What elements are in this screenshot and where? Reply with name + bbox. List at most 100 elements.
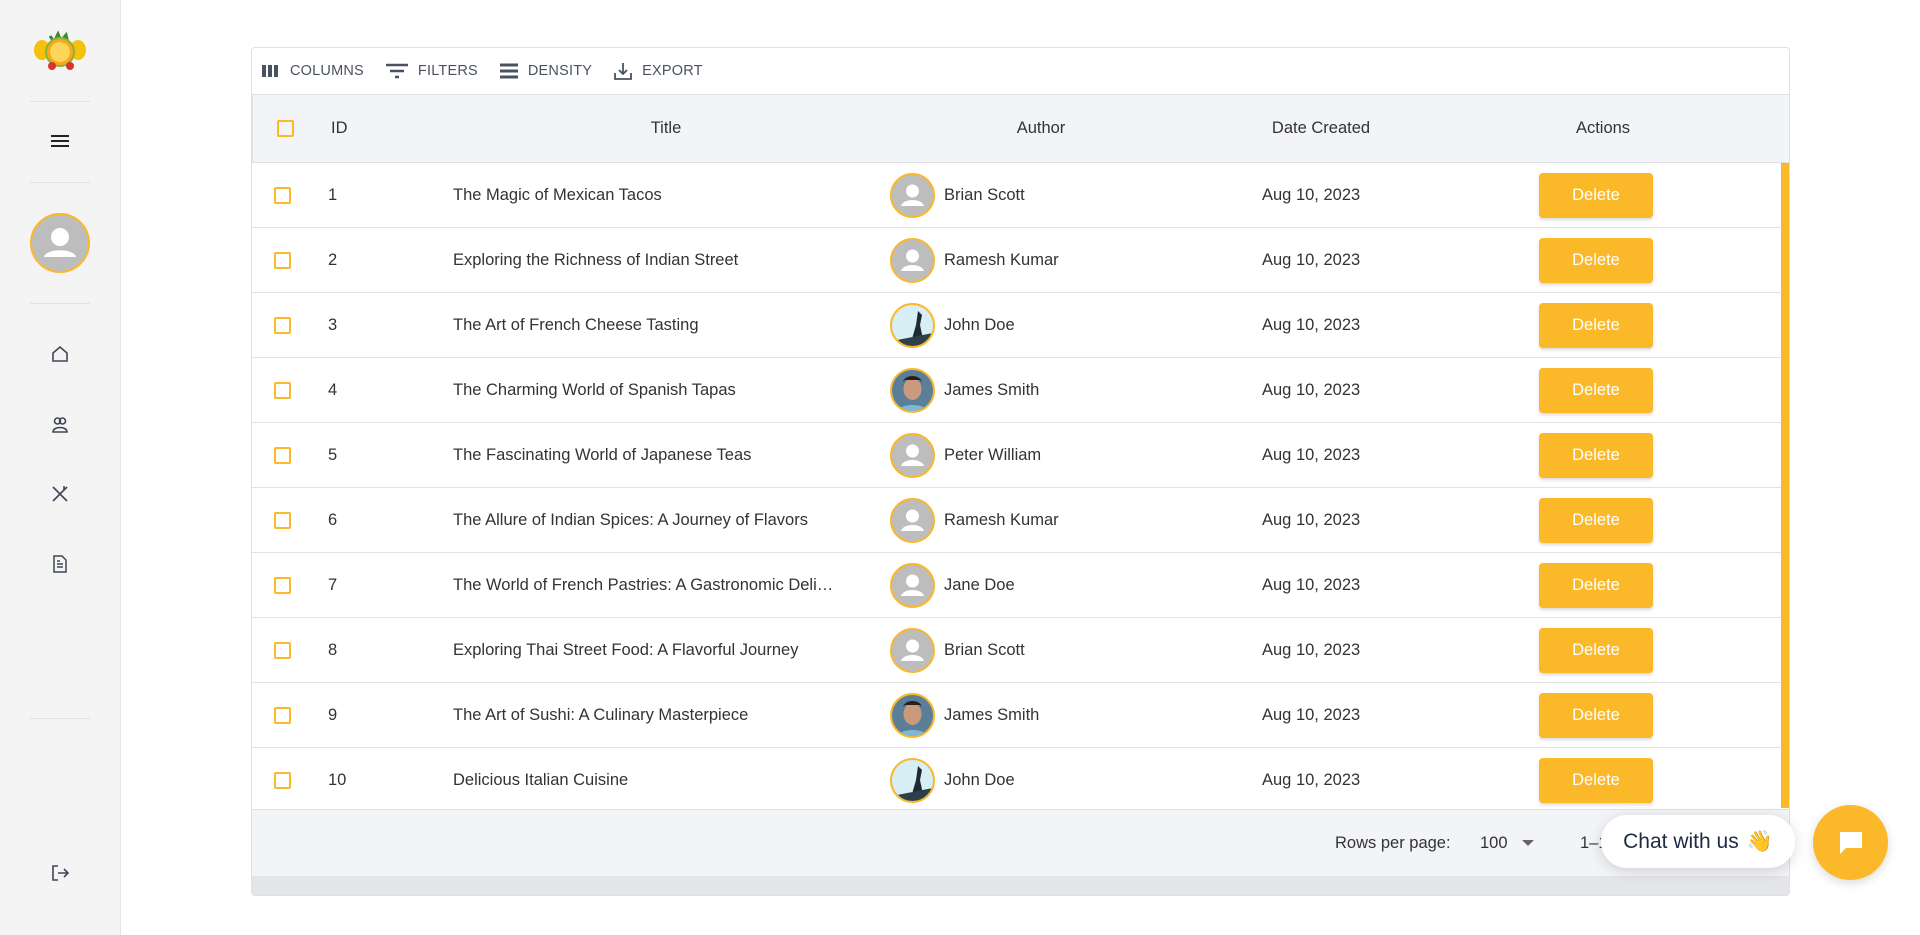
sidebar xyxy=(0,0,121,935)
row-checkbox[interactable] xyxy=(274,186,291,204)
cell-title: The Art of French Cheese Tasting xyxy=(453,315,699,334)
table-row[interactable]: 6 The Allure of Indian Spices: A Journey… xyxy=(252,488,1782,553)
chat-with-us-bubble[interactable]: Chat with us 👋 xyxy=(1601,815,1795,868)
export-button[interactable]: EXPORT xyxy=(614,62,703,80)
cell-title: Delicious Italian Cuisine xyxy=(453,770,629,789)
cell-author: James Smith xyxy=(944,705,1040,724)
cell-author: Brian Scott xyxy=(944,640,1025,659)
row-checkbox[interactable] xyxy=(274,381,291,399)
user-avatar[interactable] xyxy=(30,213,90,273)
delete-button[interactable]: Delete xyxy=(1539,627,1653,673)
delete-button[interactable]: Delete xyxy=(1539,172,1653,218)
delete-button[interactable]: Delete xyxy=(1539,237,1653,283)
chat-label: Chat with us xyxy=(1623,829,1739,853)
table-row[interactable]: 10 Delicious Italian Cuisine John Doe Au… xyxy=(252,748,1782,813)
cell-author: James Smith xyxy=(944,380,1040,399)
wave-icon: 👋 xyxy=(1746,829,1773,853)
table-row[interactable]: 5 The Fascinating World of Japanese Teas… xyxy=(252,423,1782,488)
cell-date-created: Aug 10, 2023 xyxy=(1262,640,1361,659)
export-label: EXPORT xyxy=(642,63,703,79)
cell-date-created: Aug 10, 2023 xyxy=(1262,510,1361,529)
users-icon[interactable] xyxy=(48,413,72,437)
fruit-logo[interactable] xyxy=(30,28,90,72)
cell-id: 9 xyxy=(328,705,338,724)
columns-label: COLUMNS xyxy=(290,63,364,79)
row-checkbox[interactable] xyxy=(274,706,291,724)
author-avatar xyxy=(890,432,935,478)
cell-title: The World of French Pastries: A Gastrono… xyxy=(453,575,834,594)
cell-id: 3 xyxy=(328,315,338,334)
chat-button[interactable] xyxy=(1813,805,1888,880)
row-checkbox[interactable] xyxy=(274,641,291,659)
cell-title: The Magic of Mexican Tacos xyxy=(453,185,662,204)
cell-title: The Charming World of Spanish Tapas xyxy=(453,380,736,399)
header-actions: Actions xyxy=(1575,119,1631,137)
cell-title: The Art of Sushi: A Culinary Masterpiece xyxy=(453,705,749,724)
columns-icon xyxy=(262,65,278,77)
table-header: ID Title Author Date Created Actions xyxy=(252,94,1789,163)
delete-button[interactable]: Delete xyxy=(1539,562,1653,608)
delete-button[interactable]: Delete xyxy=(1539,367,1653,413)
rows-per-page-select[interactable]: 100 xyxy=(1480,810,1534,876)
chat-icon xyxy=(1839,831,1862,854)
cell-author: Brian Scott xyxy=(944,185,1025,204)
delete-button[interactable]: Delete xyxy=(1539,692,1653,738)
author-avatar xyxy=(890,757,935,803)
home-icon[interactable] xyxy=(48,342,72,366)
cell-date-created: Aug 10, 2023 xyxy=(1262,705,1361,724)
table-row[interactable]: 7 The World of French Pastries: A Gastro… xyxy=(252,553,1782,618)
author-avatar xyxy=(890,367,935,413)
cell-title: Exploring the Richness of Indian Street xyxy=(453,250,739,269)
row-checkbox[interactable] xyxy=(274,446,291,464)
divider xyxy=(30,101,90,102)
divider xyxy=(30,182,90,183)
cell-id: 2 xyxy=(328,250,338,269)
menu-icon[interactable] xyxy=(48,129,72,153)
logout-icon[interactable] xyxy=(48,861,72,885)
divider xyxy=(30,718,90,719)
table-row[interactable]: 2 Exploring the Richness of Indian Stree… xyxy=(252,228,1782,293)
cell-author: Jane Doe xyxy=(944,575,1015,594)
cell-date-created: Aug 10, 2023 xyxy=(1262,250,1361,269)
vertical-scrollbar[interactable] xyxy=(1781,163,1789,808)
data-grid: COLUMNS FILTERS DENSITY EXPORT ID Title … xyxy=(251,47,1790,896)
cell-id: 5 xyxy=(328,445,338,464)
rows-per-page-label: Rows per page: xyxy=(1335,833,1451,852)
select-all-checkbox[interactable] xyxy=(277,120,294,137)
table-row[interactable]: 3 The Art of French Cheese Tasting John … xyxy=(252,293,1782,358)
header-author[interactable]: Author xyxy=(1017,95,1066,162)
row-checkbox[interactable] xyxy=(274,251,291,269)
table-row[interactable]: 4 The Charming World of Spanish Tapas Ja… xyxy=(252,358,1782,423)
delete-button[interactable]: Delete xyxy=(1539,757,1653,803)
header-date-created[interactable]: Date Created xyxy=(1272,95,1370,162)
author-avatar xyxy=(890,172,935,218)
author-avatar xyxy=(890,302,935,348)
delete-button[interactable]: Delete xyxy=(1539,302,1653,348)
density-button[interactable]: DENSITY xyxy=(499,63,592,79)
author-avatar xyxy=(890,692,935,738)
horizontal-scrollbar[interactable] xyxy=(252,876,1789,895)
cell-author: Peter William xyxy=(944,445,1042,464)
delete-button[interactable]: Delete xyxy=(1539,432,1653,478)
cell-date-created: Aug 10, 2023 xyxy=(1262,445,1361,464)
header-title[interactable]: Title xyxy=(651,95,682,162)
row-checkbox[interactable] xyxy=(274,576,291,594)
cell-date-created: Aug 10, 2023 xyxy=(1262,315,1361,334)
document-icon[interactable] xyxy=(48,552,72,576)
header-id[interactable]: ID xyxy=(331,95,348,162)
table-row[interactable]: 1 The Magic of Mexican Tacos Brian Scott… xyxy=(252,163,1782,228)
row-checkbox[interactable] xyxy=(274,316,291,334)
grid-toolbar: COLUMNS FILTERS DENSITY EXPORT xyxy=(252,48,1789,94)
delete-button[interactable]: Delete xyxy=(1539,497,1653,543)
row-checkbox[interactable] xyxy=(274,511,291,529)
table-row[interactable]: 8 Exploring Thai Street Food: A Flavorfu… xyxy=(252,618,1782,683)
table-row[interactable]: 9 The Art of Sushi: A Culinary Masterpie… xyxy=(252,683,1782,748)
filters-button[interactable]: FILTERS xyxy=(385,63,478,79)
divider xyxy=(30,303,90,304)
columns-button[interactable]: COLUMNS xyxy=(262,63,364,79)
cell-author: John Doe xyxy=(944,315,1015,334)
utensils-icon[interactable] xyxy=(48,482,72,506)
download-icon xyxy=(614,63,633,80)
row-checkbox[interactable] xyxy=(274,771,291,789)
filters-label: FILTERS xyxy=(417,63,478,79)
